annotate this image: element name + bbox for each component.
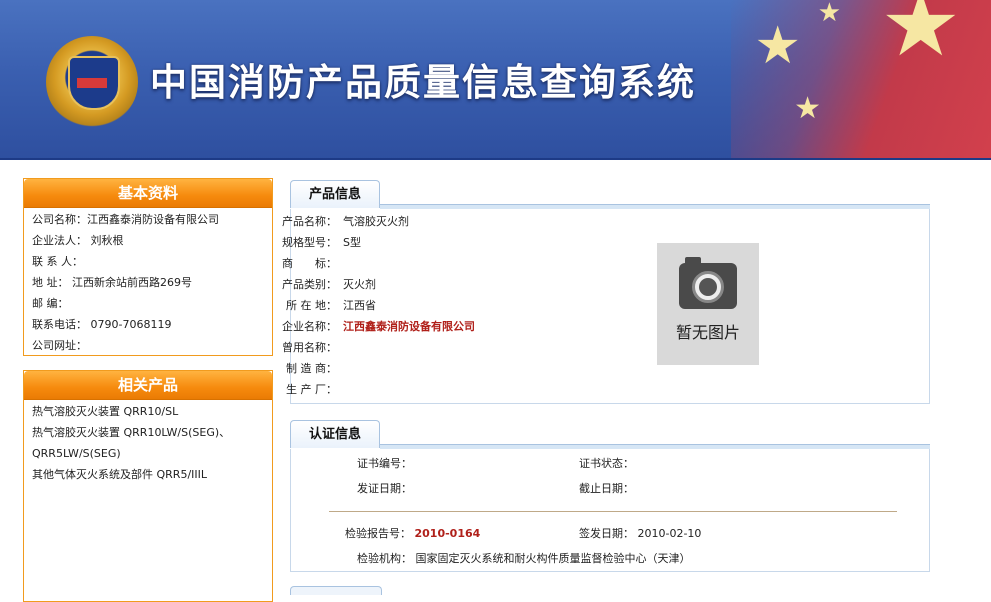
company-name-row: 公司名称：江西鑫泰消防设备有限公司 xyxy=(32,213,219,226)
legal-person-row: 企业法人： 刘秋根 xyxy=(32,234,124,247)
product-name-row: 产品名称： 气溶胶灭火剂 xyxy=(273,211,409,232)
cert-divider xyxy=(329,511,897,512)
issue-date-row: 发证日期： xyxy=(357,482,412,495)
product-info-section: 产品信息 产品名称： 气溶胶灭火剂 规格型号： S型 商 标： 产品类别： 灭火剂 所… xyxy=(282,180,930,404)
report-no-row: 检验报告号： 2010-0164 xyxy=(345,527,481,540)
police-emblem-icon xyxy=(46,36,138,128)
enterprise-link[interactable]: 江西鑫泰消防设备有限公司 xyxy=(343,316,475,337)
tab-cert-info[interactable]: 认证信息 xyxy=(290,420,380,448)
address: 江西新余站前西路269号 xyxy=(72,276,192,289)
related-products-panel: 相关产品 热气溶胶灭火装置 QRR10/SL 热气溶胶灭火装置 QRR10LW/… xyxy=(23,370,273,602)
star-icon: ★ xyxy=(794,91,821,126)
category: 灭火剂 xyxy=(343,278,376,291)
tab-product-info[interactable]: 产品信息 xyxy=(290,180,380,208)
contact-row: 联 系 人： xyxy=(32,255,83,268)
related-product-link[interactable]: QRR5LW/S(SEG) xyxy=(24,443,272,464)
model-row: 规格型号： S型 xyxy=(273,232,361,253)
phone: 0790-7068119 xyxy=(90,318,172,331)
address-row: 地 址： 江西新余站前西路269号 xyxy=(32,276,192,289)
expire-date-row: 截止日期： xyxy=(579,482,634,495)
camera-icon xyxy=(679,257,737,309)
agency: 国家固定灭火系统和耐火构件质量监督检验中心（天津） xyxy=(415,552,691,565)
related-products-title: 相关产品 xyxy=(24,371,272,400)
former-name-row: 曾用名称： xyxy=(282,341,337,354)
company-name: 江西鑫泰消防设备有限公司 xyxy=(87,213,219,226)
category-row: 产品类别： 灭火剂 xyxy=(273,274,376,295)
legal-person: 刘秋根 xyxy=(90,234,124,247)
report-no-link[interactable]: 2010-0164 xyxy=(415,527,481,540)
enterprise-row: 企业名称： 江西鑫泰消防设备有限公司 xyxy=(273,316,475,337)
agency-row: 检验机构： 国家固定灭火系统和耐火构件质量监督检验中心（天津） xyxy=(357,552,691,565)
product-name: 气溶胶灭火剂 xyxy=(343,215,409,228)
manufacturer-row: 制 造 商： xyxy=(286,362,337,375)
product-info-box: 产品名称： 气溶胶灭火剂 规格型号： S型 商 标： 产品类别： 灭火剂 所 在 地：… xyxy=(282,209,930,404)
no-image-label: 暂无图片 xyxy=(675,323,740,342)
postcode-row: 邮 编： xyxy=(32,297,69,310)
model: S型 xyxy=(343,236,361,249)
sign-date: 2010-02-10 xyxy=(637,527,702,540)
sign-date-row: 签发日期： 2010-02-10 xyxy=(579,527,702,540)
website-row: 公司网址： xyxy=(32,339,87,352)
star-icon: ★ xyxy=(754,16,801,76)
location-row: 所 在 地： 江西省 xyxy=(273,295,376,316)
basic-info-title: 基本资料 xyxy=(24,179,272,208)
factory-row: 生 产 厂： xyxy=(286,383,337,396)
related-product-link[interactable]: 热气溶胶灭火装置 QRR10/SL xyxy=(24,401,272,422)
related-product-link[interactable]: 其他气体灭火系统及部件 QRR5/IIIL xyxy=(24,464,272,485)
brand-row: 商 标： xyxy=(282,257,337,270)
header-banner: ★ ★ ★ ★ 中国消防产品质量信息查询系统 xyxy=(0,0,991,160)
page-title: 中国消防产品质量信息查询系统 xyxy=(150,61,696,104)
cert-no-row: 证书编号： xyxy=(357,457,412,470)
phone-row: 联系电话： 0790-7068119 xyxy=(32,318,172,331)
product-photo-placeholder: 暂无图片 xyxy=(657,243,759,365)
basic-info-panel: 基本资料 公司名称：江西鑫泰消防设备有限公司 企业法人： 刘秋根 联 系 人： … xyxy=(23,178,273,356)
related-product-link[interactable]: 热气溶胶灭火装置 QRR10LW/S(SEG)、 xyxy=(24,422,272,443)
cert-info-section: 认证信息 证书编号： 证书状态： 发证日期： 截止日期： 检验报告号： 2010… xyxy=(290,420,930,572)
star-icon: ★ xyxy=(880,0,961,77)
cert-info-box: 证书编号： 证书状态： 发证日期： 截止日期： 检验报告号： 2010-0164… xyxy=(290,449,930,572)
star-icon: ★ xyxy=(817,0,841,28)
location: 江西省 xyxy=(343,299,376,312)
banner-divider xyxy=(0,158,991,160)
cert-status-row: 证书状态： xyxy=(579,457,634,470)
